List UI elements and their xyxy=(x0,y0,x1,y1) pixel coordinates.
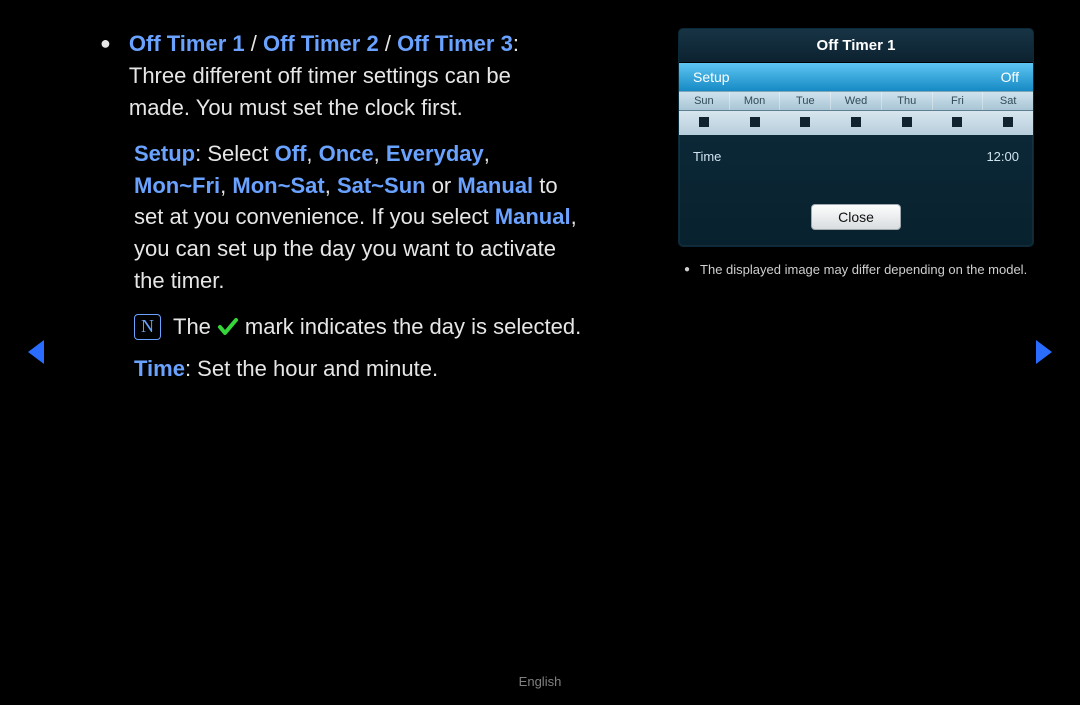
heading-sep2: / xyxy=(379,31,397,56)
off-timer-dialog: Off Timer 1 Setup Off Sun Mon Tue Wed Th… xyxy=(678,28,1034,247)
setup-line4: you can set up the day you want to activ… xyxy=(134,233,660,265)
checkbox-mon[interactable] xyxy=(730,117,781,127)
note-pre: The xyxy=(173,311,211,343)
day-thu[interactable]: Thu xyxy=(882,92,933,110)
main-content: ● Off Timer 1 / Off Timer 2 / Off Timer … xyxy=(100,28,660,385)
next-page-button[interactable] xyxy=(1032,338,1054,371)
heading-line: Off Timer 1 / Off Timer 2 / Off Timer 3: xyxy=(129,28,519,60)
disclaimer: ● The displayed image may differ dependi… xyxy=(678,261,1032,280)
checkbox-tue[interactable] xyxy=(780,117,831,127)
prev-page-button[interactable] xyxy=(26,338,48,371)
dialog-time-label: Time xyxy=(693,149,721,164)
setup-line3: set at you convenience. If you select Ma… xyxy=(134,201,660,233)
time-label: Time xyxy=(134,356,185,381)
day-wed[interactable]: Wed xyxy=(831,92,882,110)
day-fri[interactable]: Fri xyxy=(933,92,984,110)
check-icon xyxy=(217,311,239,343)
bullet-dot: ● xyxy=(684,263,690,278)
dialog-week-row: Sun Mon Tue Wed Thu Fri Sat xyxy=(679,91,1033,111)
day-mon[interactable]: Mon xyxy=(730,92,781,110)
day-sat[interactable]: Sat xyxy=(983,92,1033,110)
dialog-setup-row[interactable]: Setup Off xyxy=(679,63,1033,91)
dialog-setup-value: Off xyxy=(1001,69,1019,85)
checkbox-sun[interactable] xyxy=(679,117,730,127)
dialog-checkboxes xyxy=(679,111,1033,135)
dialog-setup-label: Setup xyxy=(693,69,730,85)
time-line: Time: Set the hour and minute. xyxy=(134,353,660,385)
setup-label: Setup xyxy=(134,141,195,166)
bullet-dot: ● xyxy=(100,28,111,124)
intro-line2: made. You must set the clock first. xyxy=(129,92,519,124)
footer-language: English xyxy=(0,674,1080,689)
setup-line5: the timer. xyxy=(134,265,660,297)
dialog-time-value: 12:00 xyxy=(986,149,1019,164)
heading-t3: Off Timer 3 xyxy=(397,31,513,56)
day-tue[interactable]: Tue xyxy=(780,92,831,110)
day-sun[interactable]: Sun xyxy=(679,92,730,110)
checkbox-sat[interactable] xyxy=(982,117,1033,127)
heading-t2: Off Timer 2 xyxy=(263,31,379,56)
checkbox-wed[interactable] xyxy=(831,117,882,127)
setup-line2: Mon~Fri, Mon~Sat, Sat~Sun or Manual to xyxy=(134,170,660,202)
setup-line1: Setup: Select Off, Once, Everyday, xyxy=(134,138,660,170)
close-button[interactable]: Close xyxy=(811,204,901,230)
intro-line1: Three different off timer settings can b… xyxy=(129,60,519,92)
time-desc: : Set the hour and minute. xyxy=(185,356,438,381)
heading-sep1: / xyxy=(245,31,263,56)
dialog-title: Off Timer 1 xyxy=(679,29,1033,63)
checkbox-fri[interactable] xyxy=(932,117,983,127)
disclaimer-text: The displayed image may differ depending… xyxy=(700,261,1027,280)
dialog-time-row[interactable]: Time 12:00 xyxy=(679,135,1033,194)
note-post: mark indicates the day is selected. xyxy=(245,311,581,343)
heading-t1: Off Timer 1 xyxy=(129,31,245,56)
checkbox-thu[interactable] xyxy=(881,117,932,127)
note-icon: N xyxy=(134,314,161,339)
